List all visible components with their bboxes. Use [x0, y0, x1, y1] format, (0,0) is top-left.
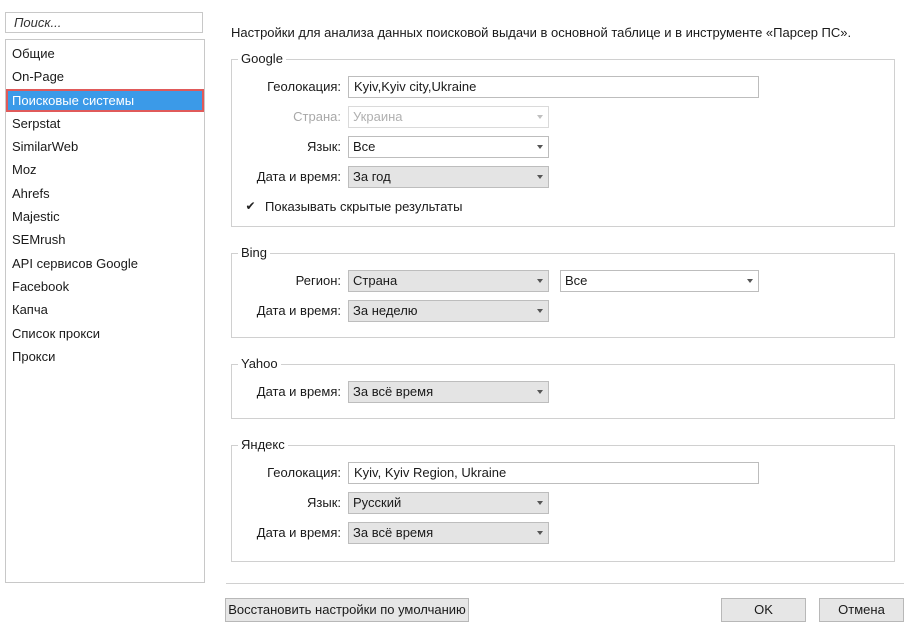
sidebar-item-majestic[interactable]: Majestic	[6, 205, 204, 228]
sidebar-item-moz[interactable]: Moz	[6, 158, 204, 181]
chevron-down-icon	[537, 175, 543, 179]
google-date-select[interactable]: За год	[348, 166, 549, 188]
yandex-group-title: Яндекс	[238, 437, 288, 453]
sidebar-item-serpstat[interactable]: Serpstat	[6, 112, 204, 135]
yahoo-date-value: За всё время	[353, 384, 434, 399]
ok-button[interactable]: OK	[721, 598, 806, 622]
sidebar-item-ahrefs[interactable]: Ahrefs	[6, 182, 204, 205]
google-lang-label: Язык:	[307, 139, 341, 154]
yandex-date-value: За всё время	[353, 525, 434, 540]
chevron-down-icon	[537, 115, 543, 119]
settings-window: Поиск... Общие On-Page Поисковые системы…	[0, 0, 916, 628]
google-lang-select[interactable]: Все	[348, 136, 549, 158]
yahoo-date-label: Дата и время:	[256, 384, 341, 399]
sidebar-item-general[interactable]: Общие	[6, 42, 204, 65]
bing-region2-select[interactable]: Все	[560, 270, 759, 292]
google-country-select: Украина	[348, 106, 549, 128]
chevron-down-icon	[747, 279, 753, 283]
chevron-down-icon	[537, 309, 543, 313]
bing-group-title: Bing	[238, 245, 271, 261]
bing-group: Bing	[231, 245, 895, 338]
yandex-date-select[interactable]: За всё время	[348, 522, 549, 544]
google-date-value: За год	[353, 169, 391, 184]
search-input[interactable]: Поиск...	[5, 12, 203, 33]
yahoo-date-select[interactable]: За всё время	[348, 381, 549, 403]
bing-date-select[interactable]: За неделю	[348, 300, 549, 322]
chevron-down-icon	[537, 501, 543, 505]
sidebar-item-search-engines[interactable]: Поисковые системы	[6, 88, 204, 112]
sidebar-item-captcha[interactable]: Капча	[6, 298, 204, 321]
settings-sidebar: Общие On-Page Поисковые системы Serpstat…	[5, 39, 205, 583]
google-geo-input[interactable]: Kyiv,Kyiv city,Ukraine	[348, 76, 759, 98]
footer-divider	[226, 583, 904, 584]
yandex-date-label: Дата и время:	[256, 525, 341, 540]
yandex-geo-label: Геолокация:	[267, 465, 341, 480]
chevron-down-icon	[537, 531, 543, 535]
google-hidden-results-checkbox[interactable]: ✔	[244, 200, 257, 213]
google-group-title: Google	[238, 51, 286, 67]
bing-region-value: Страна	[353, 273, 398, 288]
sidebar-item-google-api[interactable]: API сервисов Google	[6, 252, 204, 275]
reset-defaults-button[interactable]: Восстановить настройки по умолчанию	[225, 598, 469, 622]
sidebar-item-semrush[interactable]: SEMrush	[6, 228, 204, 251]
sidebar-item-similarweb[interactable]: SimilarWeb	[6, 135, 204, 158]
yahoo-group-title: Yahoo	[238, 356, 281, 372]
bing-region-select[interactable]: Страна	[348, 270, 549, 292]
chevron-down-icon	[537, 145, 543, 149]
google-geo-label: Геолокация:	[267, 79, 341, 94]
sidebar-item-proxy-list[interactable]: Список прокси	[6, 322, 204, 345]
check-icon: ✔	[245, 199, 256, 213]
bing-region-label: Регион:	[295, 273, 341, 288]
google-country-label: Страна:	[293, 109, 341, 124]
google-country-value: Украина	[353, 109, 403, 124]
sidebar-item-on-page[interactable]: On-Page	[6, 65, 204, 88]
yandex-lang-select[interactable]: Русский	[348, 492, 549, 514]
yandex-lang-value: Русский	[353, 495, 402, 510]
google-lang-value: Все	[353, 139, 376, 154]
bing-region2-value: Все	[565, 273, 588, 288]
page-description: Настройки для анализа данных поисковой в…	[231, 25, 852, 40]
cancel-button[interactable]: Отмена	[819, 598, 904, 622]
bing-date-label: Дата и время:	[256, 303, 341, 318]
google-hidden-results-label[interactable]: Показывать скрытые результаты	[265, 199, 462, 215]
bing-date-value: За неделю	[353, 303, 418, 318]
chevron-down-icon	[537, 279, 543, 283]
chevron-down-icon	[537, 390, 543, 394]
yandex-geo-input[interactable]: Kyiv, Kyiv Region, Ukraine	[348, 462, 759, 484]
sidebar-item-proxy[interactable]: Прокси	[6, 345, 204, 368]
yandex-lang-label: Язык:	[307, 495, 341, 510]
google-date-label: Дата и время:	[256, 169, 341, 184]
sidebar-item-facebook[interactable]: Facebook	[6, 275, 204, 298]
